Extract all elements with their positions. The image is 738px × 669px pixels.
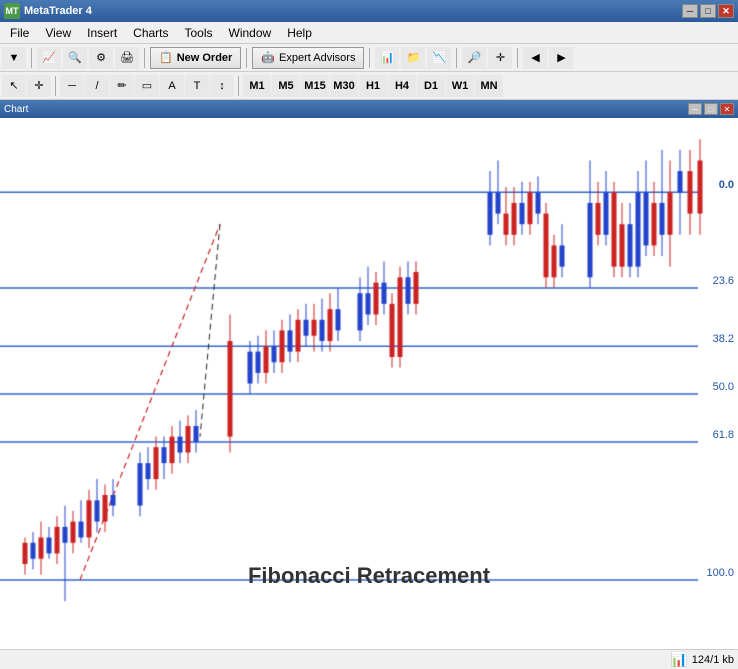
sep-d2 — [238, 76, 239, 96]
sep-d1 — [55, 76, 56, 96]
separator-5 — [456, 48, 457, 68]
toolbar-arrow-dropdown[interactable]: ▼ — [2, 47, 26, 69]
chart-area[interactable]: 0.0 23.6 38.2 50.0 61.8 100.0 Fibonacci … — [0, 118, 738, 649]
expert-icon: 🤖 — [261, 51, 275, 64]
fib-label-500: 50.0 — [713, 381, 734, 393]
title-bar: MT MetaTrader 4 ─ □ ✕ — [0, 0, 738, 22]
menu-tools[interactable]: Tools — [177, 22, 221, 43]
toolbar-zoom-out[interactable]: 🔎 — [462, 47, 486, 69]
menu-bar: File View Insert Charts Tools Window Hel… — [0, 22, 738, 44]
inner-minimize[interactable]: ─ — [688, 103, 702, 115]
tf-m1[interactable]: M1 — [243, 75, 271, 97]
inner-title-bar: Chart ─ □ ✕ — [0, 100, 738, 118]
separator-3 — [246, 48, 247, 68]
tf-h4[interactable]: H4 — [388, 75, 416, 97]
toolbar-period-sep[interactable]: 📉 — [427, 47, 451, 69]
fib-label-0: 0.0 — [719, 179, 734, 191]
separator-6 — [517, 48, 518, 68]
window-title: MetaTrader 4 — [24, 5, 92, 17]
tf-d1[interactable]: D1 — [417, 75, 445, 97]
toolbar-new-chart[interactable]: 📈 — [37, 47, 61, 69]
separator-2 — [144, 48, 145, 68]
separator-1 — [31, 48, 32, 68]
tool-text[interactable]: A — [160, 75, 184, 97]
chart-canvas — [0, 118, 738, 649]
minimize-button[interactable]: ─ — [682, 4, 698, 18]
main-content: Chart ─ □ ✕ 0.0 23.6 38.2 50.0 61.8 100.… — [0, 100, 738, 649]
tool-hline[interactable]: ─ — [60, 75, 84, 97]
tf-mn[interactable]: MN — [475, 75, 503, 97]
toolbar-back[interactable]: ◀ — [523, 47, 547, 69]
fib-label-236: 23.6 — [713, 275, 734, 287]
inner-maximize[interactable]: □ — [704, 103, 718, 115]
status-info: 124/1 kb — [692, 654, 734, 666]
expert-label: Expert Advisors — [279, 52, 355, 64]
toolbar-templates[interactable]: 📁 — [401, 47, 425, 69]
toolbar-crosshair[interactable]: ✛ — [488, 47, 512, 69]
tf-m15[interactable]: M15 — [301, 75, 329, 97]
new-order-label: New Order — [177, 52, 233, 64]
tool-shapes[interactable]: ▭ — [135, 75, 159, 97]
tf-h1[interactable]: H1 — [359, 75, 387, 97]
close-button[interactable]: ✕ — [718, 4, 734, 18]
tf-m5[interactable]: M5 — [272, 75, 300, 97]
toolbar-main: ▼ 📈 🔍 ⚙ 🖨 📋 New Order 🤖 Expert Advisors … — [0, 44, 738, 72]
toolbar-properties[interactable]: ⚙ — [89, 47, 113, 69]
tool-line[interactable]: / — [85, 75, 109, 97]
tool-crosshair[interactable]: ✛ — [27, 75, 51, 97]
status-bar: 📊 124/1 kb — [0, 649, 738, 669]
new-order-button[interactable]: 📋 New Order — [150, 47, 241, 69]
tf-m30[interactable]: M30 — [330, 75, 358, 97]
tool-label[interactable]: T — [185, 75, 209, 97]
tf-w1[interactable]: W1 — [446, 75, 474, 97]
expert-advisors-button[interactable]: 🤖 Expert Advisors — [252, 47, 364, 69]
toolbar-zoom-in[interactable]: 🔍 — [63, 47, 87, 69]
toolbar-forward[interactable]: ▶ — [549, 47, 573, 69]
menu-insert[interactable]: Insert — [79, 22, 125, 43]
toolbar-drawing: ↖ ✛ ─ / ✏ ▭ A T ↕ M1 M5 M15 M30 H1 H4 D1… — [0, 72, 738, 100]
menu-view[interactable]: View — [37, 22, 79, 43]
fib-label-382: 38.2 — [713, 333, 734, 345]
tool-pen[interactable]: ✏ — [110, 75, 134, 97]
menu-help[interactable]: Help — [279, 22, 320, 43]
app-icon: MT — [4, 3, 20, 19]
inner-window-title: Chart — [4, 104, 28, 115]
inner-close[interactable]: ✕ — [720, 103, 734, 115]
toolbar-indicators[interactable]: 📊 — [375, 47, 399, 69]
menu-file[interactable]: File — [2, 22, 37, 43]
status-chart-icon: 📊 — [670, 651, 687, 668]
fib-label-1000: 100.0 — [706, 567, 734, 579]
tool-arrow[interactable]: ↕ — [210, 75, 234, 97]
new-order-icon: 📋 — [159, 51, 173, 64]
separator-4 — [369, 48, 370, 68]
menu-charts[interactable]: Charts — [125, 22, 176, 43]
toolbar-print[interactable]: 🖨 — [115, 47, 139, 69]
fib-label-618: 61.8 — [713, 429, 734, 441]
maximize-button[interactable]: □ — [700, 4, 716, 18]
tool-cursor[interactable]: ↖ — [2, 75, 26, 97]
menu-window[interactable]: Window — [221, 22, 280, 43]
